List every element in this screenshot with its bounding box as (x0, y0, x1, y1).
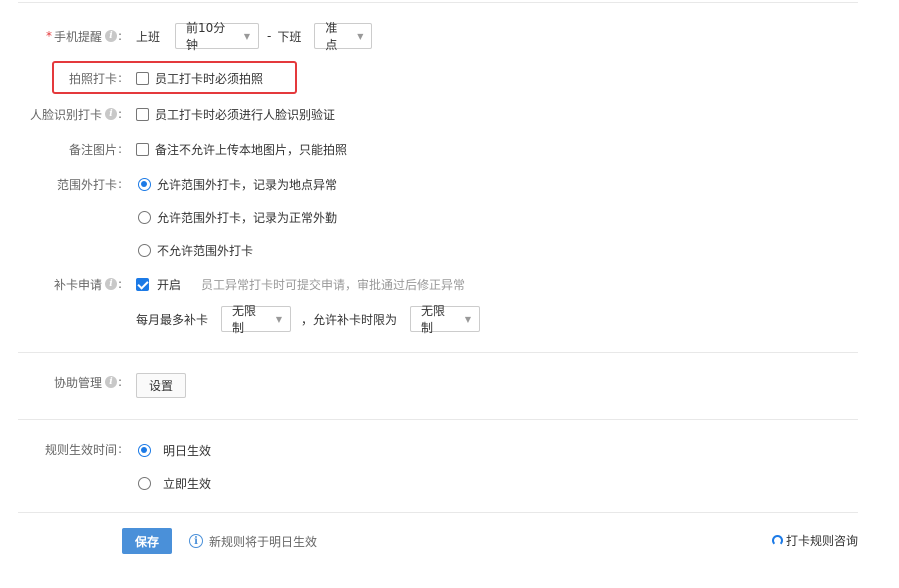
section-divider (18, 352, 858, 353)
info-icon[interactable]: i (104, 278, 117, 290)
range-separator: - (267, 29, 272, 43)
out-of-range-radio-3[interactable] (138, 243, 151, 257)
make-up-label: 补卡申请 i : (53, 277, 122, 292)
face-clock-option[interactable]: 员工打卡时必须进行人脸识别验证 (136, 104, 335, 124)
monthly-limit-select[interactable]: 无限制 ▼ (221, 304, 292, 335)
note-image-checkbox[interactable] (136, 142, 149, 156)
info-icon[interactable]: i (104, 108, 117, 120)
required-mark: * (45, 29, 52, 43)
top-divider (18, 2, 858, 3)
time-limit-select[interactable]: 无限制 ▼ (410, 304, 481, 335)
effective-option-2[interactable]: 立即生效 (138, 473, 211, 493)
info-icon[interactable]: i (104, 30, 117, 42)
headset-icon (772, 534, 783, 546)
out-of-range-option-1[interactable]: 允许范围外打卡，记录为地点异常 (138, 174, 337, 194)
out-of-range-label: 范围外打卡 : (56, 177, 122, 192)
make-up-hint: 员工异常打卡时可提交申请，审批通过后修正异常 (201, 277, 466, 292)
phone-reminder-label: * 手机提醒 i : (45, 29, 122, 44)
section-divider (18, 512, 858, 513)
assist-label: 协助管理 i : (53, 375, 122, 390)
out-of-range-option-2[interactable]: 允许范围外打卡，记录为正常外勤 (138, 207, 337, 227)
make-up-enable[interactable]: 开启 员工异常打卡时可提交申请，审批通过后修正异常 (136, 274, 465, 294)
time-limit-label: ，允许补卡时限为 (301, 312, 398, 327)
make-up-limits-row: 每月最多补卡 无限制 ▼ ，允许补卡时限为 无限制 ▼ (136, 304, 481, 335)
effective-option-1[interactable]: 明日生效 (138, 440, 211, 460)
on-duty-reminder-select[interactable]: 前10分钟 ▼ (175, 21, 260, 52)
assist-settings-button[interactable]: 设置 (136, 373, 186, 398)
note-image-option[interactable]: 备注不允许上传本地图片，只能拍照 (136, 139, 347, 159)
consult-link[interactable]: 打卡规则咨询 (772, 531, 858, 549)
make-up-checkbox[interactable] (136, 277, 149, 291)
effective-radio-2[interactable] (138, 476, 151, 490)
on-duty-label: 上班 (136, 29, 161, 44)
chevron-down-icon: ▼ (243, 31, 251, 41)
off-duty-label: 下班 (277, 29, 302, 44)
out-of-range-option-3[interactable]: 不允许范围外打卡 (138, 240, 253, 260)
effective-label: 规则生效时间 : (44, 442, 122, 457)
chevron-down-icon: ▼ (275, 314, 283, 324)
monthly-limit-label: 每月最多补卡 (136, 312, 209, 327)
off-duty-reminder-select[interactable]: 准点 ▼ (314, 21, 373, 52)
photo-clock-option[interactable]: 员工打卡时必须拍照 (136, 68, 263, 88)
photo-clock-checkbox[interactable] (136, 71, 149, 85)
info-icon[interactable]: i (104, 376, 117, 388)
chevron-down-icon: ▼ (357, 31, 364, 41)
face-clock-label: 人脸识别打卡 i : (29, 107, 122, 122)
info-icon: i (189, 534, 203, 548)
footer-tip: i 新规则将于明日生效 (189, 531, 317, 551)
note-image-label: 备注图片 : (68, 142, 122, 157)
save-button[interactable]: 保存 (122, 528, 172, 554)
chevron-down-icon: ▼ (464, 314, 472, 324)
section-divider (18, 419, 858, 420)
face-clock-checkbox[interactable] (136, 107, 149, 121)
out-of-range-radio-1[interactable] (138, 177, 151, 191)
effective-radio-1[interactable] (138, 443, 151, 457)
photo-clock-label: 拍照打卡 : (68, 71, 122, 86)
out-of-range-radio-2[interactable] (138, 210, 151, 224)
phone-reminder-row: 上班 前10分钟 ▼ - 下班 准点 ▼ (136, 21, 373, 52)
